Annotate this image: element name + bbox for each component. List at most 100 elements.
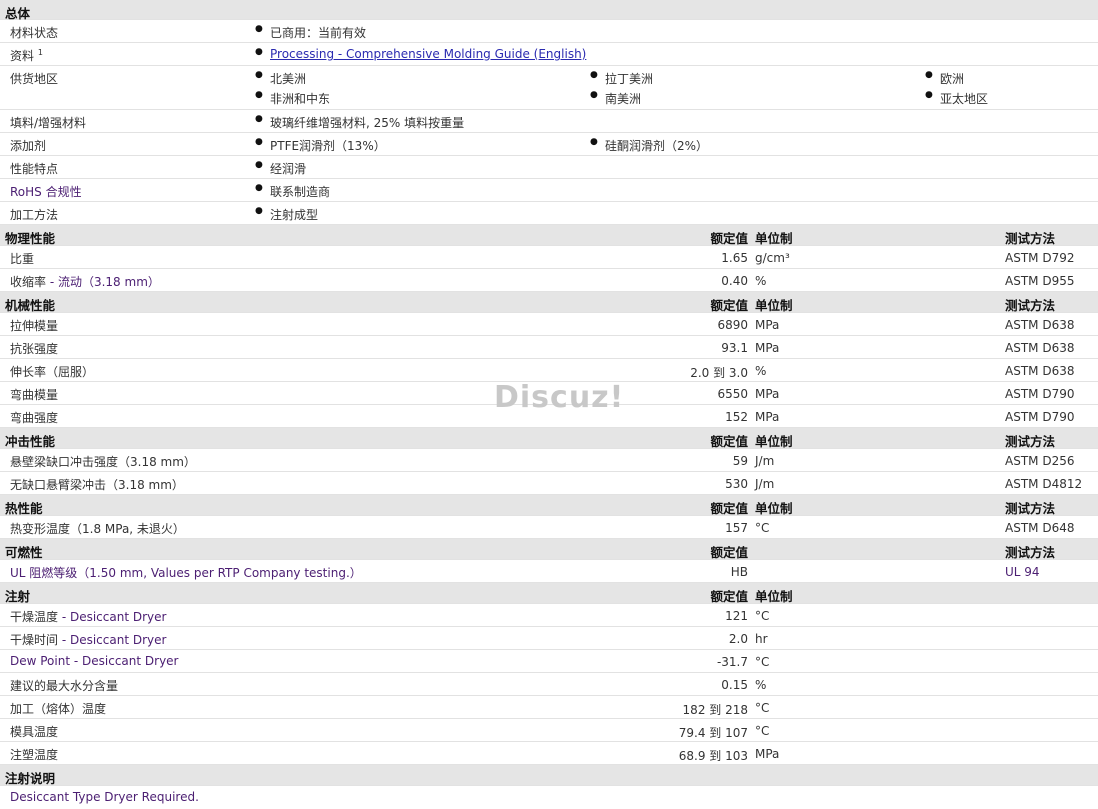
row-value: -31.7: [716, 655, 748, 669]
row-label: 资料 1: [10, 48, 43, 63]
bullet-value: PTFE润滑剂（13%）: [255, 137, 386, 154]
row-value: 121: [725, 609, 748, 623]
section-flammability: 可燃性 额定值 测试方法: [0, 539, 1098, 560]
property-row: 模具温度 79.4 到 107 °C: [0, 719, 1098, 742]
section-injection: 注射 额定值 单位制: [0, 583, 1098, 604]
property-row: 比重 1.65 g/cm³ ASTM D792: [0, 246, 1098, 269]
col-method: 测试方法: [1005, 298, 1056, 313]
col-rated: 额定值: [710, 589, 748, 604]
row-label: 悬壁梁缺口冲击强度（3.18 mm）: [10, 455, 196, 469]
region-item: 北美洲: [255, 70, 306, 87]
row-features: 性能特点 经润滑: [0, 156, 1098, 179]
row-rohs: RoHS 合规性 联系制造商: [0, 179, 1098, 202]
property-row: 无缺口悬臂梁冲击（3.18 mm） 530 J/m ASTM D4812: [0, 472, 1098, 495]
row-method: ASTM D790: [1005, 387, 1075, 401]
section-title: 可燃性: [5, 545, 43, 560]
row-method: ASTM D648: [1005, 521, 1075, 535]
row-filler: 填料/增强材料 玻璃纤维增强材料, 25% 填料按重量: [0, 110, 1098, 133]
property-row: 悬壁梁缺口冲击强度（3.18 mm） 59 J/m ASTM D256: [0, 449, 1098, 472]
row-unit: %: [755, 364, 767, 378]
row-label: 伸长率（屈服）: [10, 365, 95, 379]
row-value: 157: [725, 521, 748, 535]
row-unit: J/m: [755, 477, 775, 491]
col-rated: 额定值: [710, 545, 748, 560]
doc-link[interactable]: Processing - Comprehensive Molding Guide…: [270, 47, 586, 61]
row-unit: °C: [755, 609, 770, 623]
row-unit: hr: [755, 632, 768, 646]
row-label: 拉伸模量: [10, 319, 59, 333]
property-row: Dew Point - Desiccant Dryer -31.7 °C: [0, 650, 1098, 673]
row-value: 530: [725, 477, 748, 491]
row-unit: J/m: [755, 454, 775, 468]
row-method: ASTM D4812: [1005, 477, 1083, 491]
row-method: ASTM D792: [1005, 251, 1075, 265]
region-item: 拉丁美洲: [590, 70, 653, 87]
property-row: 收缩率 - 流动（3.18 mm） 0.40% ASTM D955: [0, 269, 1098, 292]
region-item: 亚太地区: [925, 90, 988, 107]
row-unit: %: [755, 274, 767, 288]
section-title: 热性能: [5, 501, 43, 516]
row-method: ASTM D790: [1005, 410, 1075, 424]
row-unit: °C: [755, 521, 770, 535]
row-unit: °C: [755, 724, 770, 738]
col-unit: 单位制: [755, 589, 793, 604]
property-row: 热变形温度（1.8 MPa, 未退火） 157 °C ASTM D648: [0, 516, 1098, 539]
row-value: 6890: [717, 318, 748, 332]
col-rated: 额定值: [710, 231, 748, 246]
col-rated: 额定值: [710, 501, 748, 516]
bullet-value: 联系制造商: [255, 183, 330, 200]
row-label: 性能特点: [10, 162, 59, 176]
watermark: Discuz!: [494, 380, 625, 415]
row-label: UL 阻燃等级（1.50 mm, Values per RTP Company …: [10, 566, 362, 580]
section-title: 冲击性能: [5, 434, 56, 449]
row-label: 模具温度: [10, 725, 59, 739]
section-thermal: 热性能 额定值 单位制 测试方法: [0, 495, 1098, 516]
section-title: 机械性能: [5, 298, 56, 313]
section-physical: 物理性能 额定值 单位制 测试方法: [0, 225, 1098, 246]
section-impact: 冲击性能 额定值 单位制 测试方法: [0, 428, 1098, 449]
row-label: 供货地区: [10, 72, 59, 86]
property-row: 伸长率（屈服） 2.0 到 3.0% ASTM D638: [0, 359, 1098, 382]
col-unit: 单位制: [755, 298, 793, 313]
row-method: ASTM D638: [1005, 318, 1075, 332]
row-unit: %: [755, 678, 767, 692]
row-method: ASTM D638: [1005, 341, 1075, 355]
row-process: 加工方法 注射成型: [0, 202, 1098, 225]
row-value: 93.1: [721, 341, 748, 355]
row-unit: MPa: [755, 747, 780, 761]
row-docs: 资料 1 Processing - Comprehensive Molding …: [0, 43, 1098, 66]
bullet-value: 已商用：当前有效: [255, 24, 366, 41]
row-unit: MPa: [755, 410, 780, 424]
col-unit: 单位制: [755, 501, 793, 516]
row-label: 无缺口悬臂梁冲击（3.18 mm）: [10, 478, 184, 492]
row-unit: MPa: [755, 318, 780, 332]
row-label: 抗张强度: [10, 342, 59, 356]
row-unit: g/cm³: [755, 251, 790, 265]
row-label: 干燥温度 - Desiccant Dryer: [10, 610, 167, 624]
bullet-value: 注射成型: [255, 206, 318, 223]
row-additive: 添加剂 PTFE润滑剂（13%） 硅酮润滑剂（2%）: [0, 133, 1098, 156]
row-label: 注塑温度: [10, 748, 59, 762]
row-unit: MPa: [755, 341, 780, 355]
row-regions: 供货地区 北美洲 拉丁美洲 欧洲 非洲和中东 南美洲 亚太地区: [0, 66, 1098, 110]
row-label: 热变形温度（1.8 MPa, 未退火）: [10, 522, 185, 536]
row-unit: MPa: [755, 387, 780, 401]
col-rated: 额定值: [710, 434, 748, 449]
row-label: 填料/增强材料: [10, 116, 87, 130]
row-unit: °C: [755, 701, 770, 715]
row-value: 1.65: [721, 251, 748, 265]
row-label: 加工（熔体）温度: [10, 702, 107, 716]
bullet-value: 硅酮润滑剂（2%）: [590, 137, 708, 154]
region-item: 南美洲: [590, 90, 641, 107]
row-label: 材料状态: [10, 26, 59, 40]
property-row: 建议的最大水分含量 0.15%: [0, 673, 1098, 696]
row-value: 0.40: [721, 274, 748, 288]
property-row: 干燥温度 - Desiccant Dryer 121 °C: [0, 604, 1098, 627]
row-value: 2.0: [728, 632, 748, 646]
row-method: UL 94: [1005, 565, 1040, 579]
row-value: HB: [730, 565, 748, 579]
col-unit: 单位制: [755, 231, 793, 246]
property-row: 注塑温度 68.9 到 103 MPa: [0, 742, 1098, 765]
row-ul-rating: UL 阻燃等级（1.50 mm, Values per RTP Company …: [0, 560, 1098, 583]
row-method: ASTM D955: [1005, 274, 1075, 288]
